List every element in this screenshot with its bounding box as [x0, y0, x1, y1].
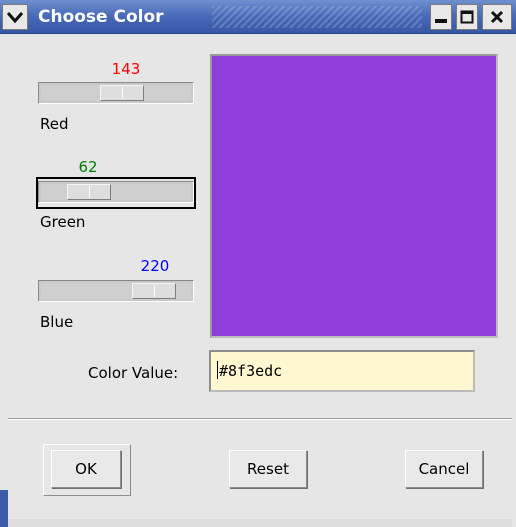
- maximize-icon: [460, 10, 474, 24]
- choose-color-dialog: Choose Color 143 Red 62 Green 220 Blue C…: [0, 0, 516, 527]
- window-edge-bottom: [8, 519, 512, 527]
- close-button[interactable]: [482, 4, 512, 30]
- close-icon: [490, 10, 504, 24]
- color-value-input[interactable]: #8f3edc: [209, 350, 475, 392]
- chevron-down-icon: [6, 12, 24, 24]
- maximize-button[interactable]: [456, 4, 478, 30]
- cancel-button[interactable]: Cancel: [405, 450, 483, 488]
- title-bar[interactable]: Choose Color: [0, 0, 516, 34]
- red-slider-thumb[interactable]: [100, 85, 144, 101]
- red-label: Red: [40, 115, 69, 133]
- green-slider-thumb[interactable]: [67, 184, 111, 200]
- separator-highlight: [8, 419, 512, 420]
- window-menu-button[interactable]: [2, 4, 28, 30]
- green-value-label: 62: [78, 158, 98, 176]
- color-value-text: #8f3edc: [219, 362, 283, 380]
- blue-slider[interactable]: [38, 280, 194, 302]
- blue-label: Blue: [40, 313, 74, 331]
- minimize-icon: [435, 19, 447, 23]
- red-value-label: 143: [111, 60, 141, 78]
- color-preview-fill: [212, 56, 496, 336]
- blue-value-label: 220: [140, 257, 170, 275]
- red-slider[interactable]: [38, 82, 194, 104]
- blue-slider-thumb[interactable]: [132, 283, 176, 299]
- minimize-button[interactable]: [430, 4, 452, 30]
- window-title: Choose Color: [38, 7, 164, 27]
- title-bar-hatch: [212, 6, 422, 28]
- window-edge: [0, 490, 8, 527]
- text-caret: [217, 361, 218, 379]
- green-slider-groove: [41, 184, 191, 200]
- color-value-label: Color Value:: [88, 364, 179, 382]
- reset-button[interactable]: Reset: [229, 450, 307, 488]
- green-slider[interactable]: [38, 181, 194, 203]
- ok-button[interactable]: OK: [51, 450, 121, 488]
- green-label: Green: [40, 213, 86, 231]
- color-preview: [210, 54, 498, 338]
